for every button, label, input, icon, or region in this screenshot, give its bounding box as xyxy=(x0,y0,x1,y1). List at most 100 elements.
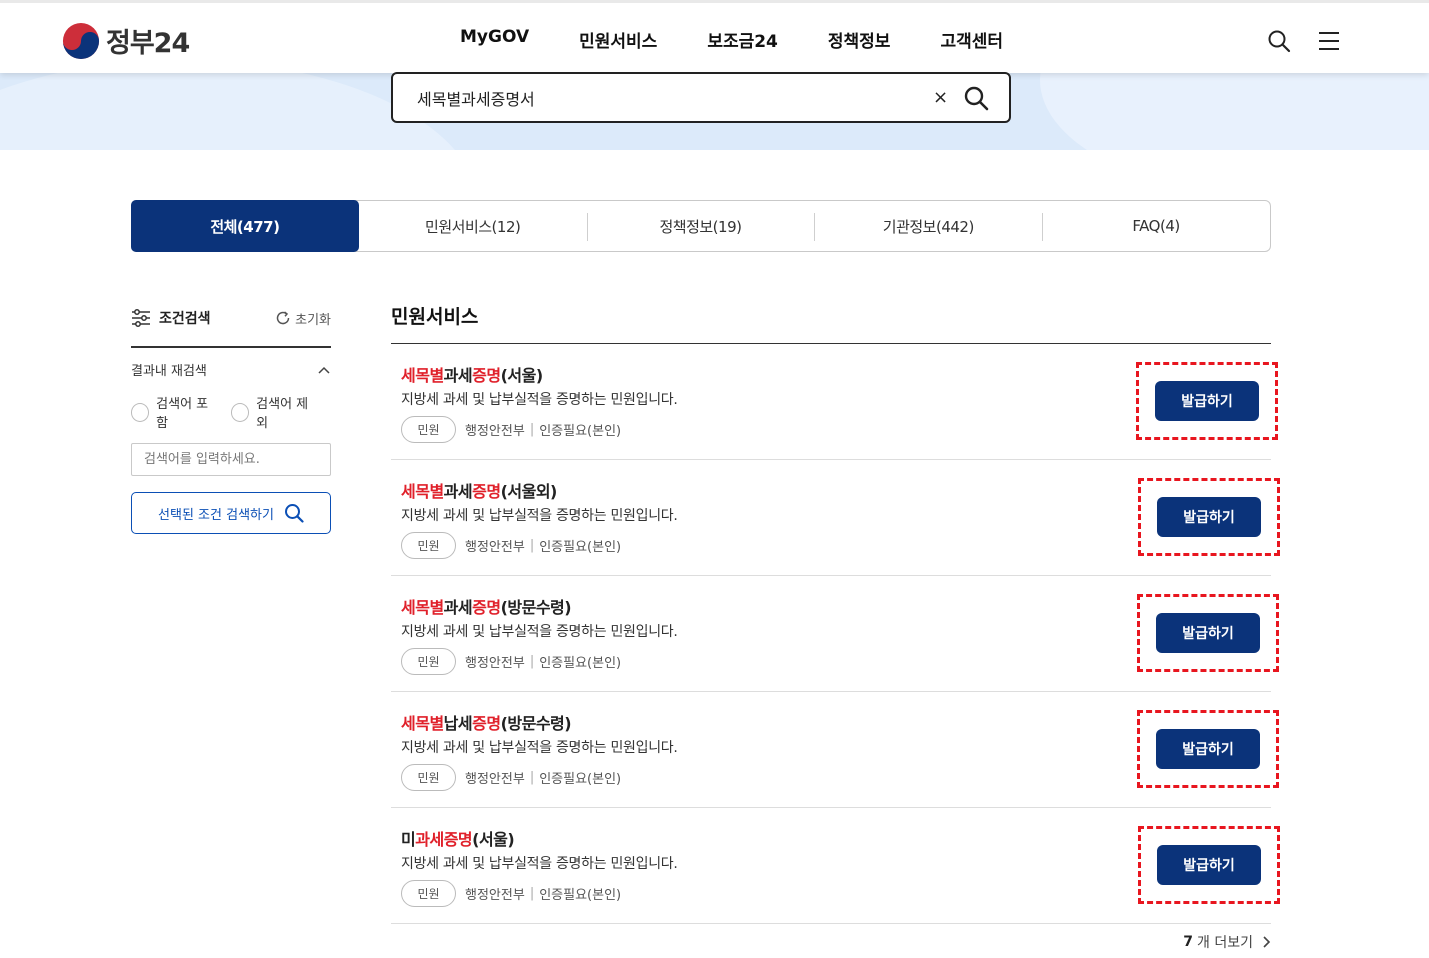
issue-button[interactable]: 발급하기 xyxy=(1156,613,1260,653)
reset-label: 초기화 xyxy=(295,312,331,328)
nav-subsidy24[interactable]: 보조금24 xyxy=(707,27,778,52)
issue-button[interactable]: 발급하기 xyxy=(1157,845,1261,885)
filter-title-text: 조건검색 xyxy=(159,311,211,327)
issue-button[interactable]: 발급하기 xyxy=(1156,729,1260,769)
title-highlight: 증명 xyxy=(472,366,501,385)
site-logo[interactable]: 정부24 xyxy=(62,21,190,60)
title-highlight: 세목별 xyxy=(401,482,444,501)
nav-policy-info[interactable]: 정책정보 xyxy=(828,27,891,52)
radio-exclude-keyword[interactable]: 검색어 제외 xyxy=(231,393,317,431)
auth-requirement: 인증필요(본인) xyxy=(539,888,622,903)
result-description: 지방세 과세 및 납부실적을 증명하는 민원입니다. xyxy=(401,856,678,872)
title-highlight: 증명 xyxy=(443,830,473,849)
menu-icon[interactable] xyxy=(1317,30,1341,56)
radio-circle[interactable] xyxy=(231,402,250,422)
search-results: 민원서비스 세목별과세증명(서울) 지방세 과세 및 납부실적을 증명하는 민원입… xyxy=(391,304,1280,951)
result-title-link[interactable]: 세목별과세증명(방문수령) xyxy=(401,594,572,618)
issue-button[interactable]: 발급하기 xyxy=(1157,497,1261,537)
filter-header: 조건검색 초기화 xyxy=(131,304,331,332)
header-icons xyxy=(1241,29,1341,57)
tab-agency-info[interactable]: 기관정보(442) xyxy=(814,201,1042,251)
result-item: 세목별과세증명(서울외) 지방세 과세 및 납부실적을 증명하는 민원입니다. 민원… xyxy=(391,460,1280,576)
title-highlight: 세목별 xyxy=(401,598,444,617)
auth-requirement: 인증필요(본인) xyxy=(539,424,622,439)
search-icon[interactable] xyxy=(1267,29,1291,57)
title-highlight: 세목별 xyxy=(401,366,444,385)
category-chip: 민원 xyxy=(401,416,456,443)
keyword-input[interactable] xyxy=(131,443,331,476)
clear-search-icon[interactable]: × xyxy=(933,87,948,108)
meta-separator: | xyxy=(529,538,535,553)
filter-divider xyxy=(131,346,331,348)
show-more-link[interactable]: 7 개 더보기 xyxy=(1183,932,1271,952)
meta-separator: | xyxy=(529,654,535,669)
radio-exclude-label: 검색어 제외 xyxy=(256,397,309,431)
filter-sidebar: 조건검색 초기화 결과내 재검색 검색어 포함 검색어 제외 선택된 조건 검색… xyxy=(131,304,331,534)
result-item: 세목별납세증명(방문수령) 지방세 과세 및 납부실적을 증명하는 민원입니다. 민… xyxy=(391,692,1279,808)
title-highlight: 세목별 xyxy=(401,714,444,733)
title-highlight: 증명 xyxy=(472,598,501,617)
nav-customer-center[interactable]: 고객센터 xyxy=(940,27,1003,52)
nav-civil-services[interactable]: 민원서비스 xyxy=(579,27,657,52)
radio-include-keyword[interactable]: 검색어 포함 xyxy=(131,393,217,431)
tab-all[interactable]: 전체(477) xyxy=(131,200,359,252)
title-text: (서울) xyxy=(472,830,515,849)
issue-button-highlight: 발급하기 xyxy=(1137,594,1279,672)
auth-requirement: 인증필요(본인) xyxy=(539,772,622,787)
issue-button-highlight: 발급하기 xyxy=(1138,826,1280,904)
filter-title: 조건검색 xyxy=(131,308,211,328)
radio-circle[interactable] xyxy=(131,402,150,422)
radio-include-label: 검색어 포함 xyxy=(156,397,209,431)
chevron-right-icon xyxy=(1263,936,1271,948)
result-meta: 민원 행정안전부 | 인증필요(본인) xyxy=(401,880,621,907)
result-description: 지방세 과세 및 납부실적을 증명하는 민원입니다. xyxy=(401,508,678,524)
meta-separator: | xyxy=(529,770,535,785)
main-nav: MyGOV 민원서비스 보조금24 정책정보 고객센터 xyxy=(460,27,1053,52)
keyword-mode-radios: 검색어 포함 검색어 제외 xyxy=(131,393,331,431)
search-input[interactable] xyxy=(417,86,897,110)
search-submit-icon[interactable] xyxy=(963,85,989,115)
sliders-icon xyxy=(132,309,150,327)
category-chip: 민원 xyxy=(401,880,456,907)
title-text: 과세 xyxy=(443,482,473,501)
condition-search-button[interactable]: 선택된 조건 검색하기 xyxy=(131,492,331,534)
meta-separator: | xyxy=(529,886,535,901)
title-text: (방문수령) xyxy=(500,598,572,617)
agency-name: 행정안전부 xyxy=(465,424,525,439)
site-header: 정부24 MyGOV 민원서비스 보조금24 정책정보 고객센터 xyxy=(0,0,1429,73)
search-icon xyxy=(284,504,304,523)
meta-separator: | xyxy=(529,422,535,437)
category-chip: 민원 xyxy=(401,648,456,675)
category-chip: 민원 xyxy=(401,532,456,559)
refresh-icon xyxy=(276,311,290,325)
tab-faq[interactable]: FAQ(4) xyxy=(1042,201,1270,251)
issue-button-highlight: 발급하기 xyxy=(1136,362,1278,440)
nav-mygov[interactable]: MyGOV xyxy=(460,27,529,52)
title-highlight: 과세 xyxy=(415,830,444,849)
result-title-link[interactable]: 세목별과세증명(서울) xyxy=(401,362,543,386)
auth-requirement: 인증필요(본인) xyxy=(539,540,622,555)
issue-button-highlight: 발급하기 xyxy=(1138,478,1280,556)
result-title-link[interactable]: 미과세증명(서울) xyxy=(401,826,515,850)
tab-civil-services[interactable]: 민원서비스(12) xyxy=(359,201,587,251)
refine-search-toggle[interactable]: 결과내 재검색 xyxy=(131,360,331,379)
tab-policy-info[interactable]: 정책정보(19) xyxy=(586,201,815,251)
title-text: (서울외) xyxy=(500,482,558,501)
title-text: 과세 xyxy=(443,366,473,385)
result-meta: 민원 행정안전부 | 인증필요(본인) xyxy=(401,648,621,675)
result-meta: 민원 행정안전부 | 인증필요(본인) xyxy=(401,532,621,559)
issue-button-highlight: 발급하기 xyxy=(1137,710,1279,788)
result-title-link[interactable]: 세목별납세증명(방문수령) xyxy=(401,710,572,734)
agency-name: 행정안전부 xyxy=(465,772,525,787)
more-label: 개 더보기 xyxy=(1197,935,1253,951)
result-description: 지방세 과세 및 납부실적을 증명하는 민원입니다. xyxy=(401,624,678,640)
result-item: 미과세증명(서울) 지방세 과세 및 납부실적을 증명하는 민원입니다. 민원 행정안… xyxy=(391,808,1280,924)
reset-button[interactable]: 초기화 xyxy=(275,309,331,328)
result-meta: 민원 행정안전부 | 인증필요(본인) xyxy=(401,764,621,791)
agency-name: 행정안전부 xyxy=(465,656,525,671)
category-chip: 민원 xyxy=(401,764,456,791)
result-meta: 민원 행정안전부 | 인증필요(본인) xyxy=(401,416,621,443)
result-title-link[interactable]: 세목별과세증명(서울외) xyxy=(401,478,557,502)
issue-button[interactable]: 발급하기 xyxy=(1155,381,1259,421)
auth-requirement: 인증필요(본인) xyxy=(539,656,622,671)
